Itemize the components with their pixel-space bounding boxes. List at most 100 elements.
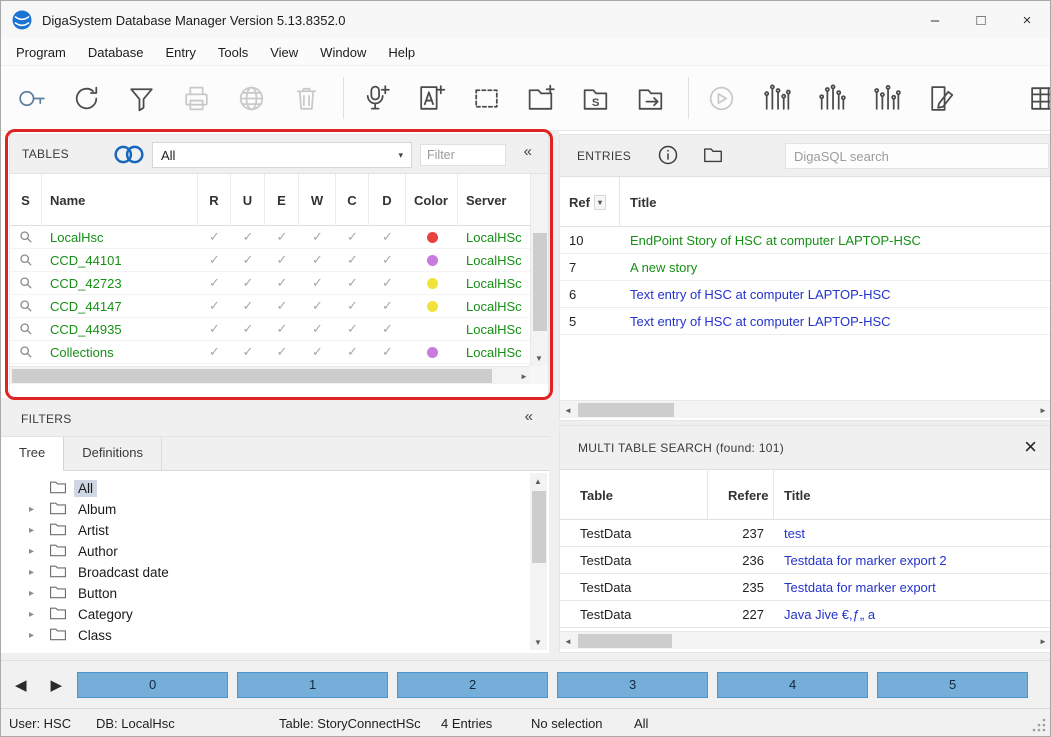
add-audio-entry-icon[interactable]	[356, 78, 396, 118]
folder-s-icon[interactable]: S	[576, 78, 616, 118]
info-icon[interactable]	[657, 144, 679, 166]
sort-dropdown-icon[interactable]: ▾	[594, 195, 606, 210]
menu-item-program[interactable]: Program	[5, 41, 77, 64]
tables-column-w[interactable]: W	[299, 174, 336, 226]
scroll-right-icon[interactable]: ►	[1035, 633, 1051, 649]
tree-item-author[interactable]: ▸Author	[1, 541, 549, 562]
table-row[interactable]: CCD_44147✓✓✓✓✓✓LocalHSc	[10, 295, 532, 318]
scroll-down-icon[interactable]: ▼	[530, 634, 546, 650]
entries-column-title[interactable]: Title	[620, 177, 1051, 227]
table-row[interactable]: CCD_44935✓✓✓✓✓✓LocalHSc	[10, 318, 532, 341]
page-button-1[interactable]: 1	[237, 672, 388, 698]
expand-icon[interactable]: ▸	[29, 525, 49, 536]
splitter-vertical[interactable]	[549, 131, 559, 653]
level-meter-icon-1[interactable]	[756, 78, 796, 118]
table-scope-dropdown[interactable]: All ▾	[152, 142, 412, 168]
scroll-down-icon[interactable]: ▼	[531, 350, 547, 366]
tree-item-broadcast-date[interactable]: ▸Broadcast date	[1, 562, 549, 583]
collapse-tables-icon[interactable]: «	[524, 143, 532, 160]
digasql-search-input[interactable]	[785, 143, 1049, 169]
close-button[interactable]: ×	[1004, 1, 1050, 39]
pager-prev-button[interactable]: ◀	[15, 676, 27, 694]
tables-horizontal-scrollbar[interactable]: ►	[10, 366, 532, 384]
menu-item-window[interactable]: Window	[309, 41, 377, 64]
collapse-filters-icon[interactable]: «	[525, 408, 533, 425]
tables-column-server[interactable]: Server	[458, 174, 532, 226]
tables-column-color[interactable]: Color	[406, 174, 458, 226]
scroll-left-icon[interactable]: ◄	[560, 633, 576, 649]
connect-icon[interactable]	[11, 78, 51, 118]
level-meter-icon-3[interactable]	[866, 78, 906, 118]
mts-column-refere[interactable]: Refere	[708, 470, 774, 520]
pager-next-button[interactable]: ▶	[51, 676, 63, 694]
maximize-button[interactable]: □	[958, 1, 1004, 39]
expand-icon[interactable]: ▸	[29, 567, 49, 578]
page-button-5[interactable]: 5	[877, 672, 1028, 698]
table-row[interactable]: LocalHsc✓✓✓✓✓✓LocalHSc	[10, 226, 532, 249]
menu-item-tools[interactable]: Tools	[207, 41, 259, 64]
search-result-row[interactable]: TestData237test	[560, 520, 1051, 547]
level-meter-icon-2[interactable]	[811, 78, 851, 118]
refresh-icon[interactable]	[66, 78, 106, 118]
expand-icon[interactable]: ▸	[29, 504, 49, 515]
entries-column-ref[interactable]: Ref▾	[560, 177, 620, 227]
close-search-icon[interactable]: ×	[1024, 434, 1037, 460]
entry-row[interactable]: 7A new story	[560, 254, 1051, 281]
tree-item-artist[interactable]: ▸Artist	[1, 520, 549, 541]
tables-column-r[interactable]: R	[198, 174, 231, 226]
table-grid-icon[interactable]	[1024, 78, 1050, 118]
entry-row[interactable]: 10EndPoint Story of HSC at computer LAPT…	[560, 227, 1051, 254]
expand-icon[interactable]: ▸	[29, 609, 49, 620]
entry-row[interactable]: 6Text entry of HSC at computer LAPTOP-HS…	[560, 281, 1051, 308]
tree-item-category[interactable]: ▸Category	[1, 604, 549, 625]
tab-definitions[interactable]: Definitions	[64, 437, 162, 470]
page-button-2[interactable]: 2	[397, 672, 548, 698]
menu-item-database[interactable]: Database	[77, 41, 155, 64]
menu-item-view[interactable]: View	[259, 41, 309, 64]
table-row[interactable]: CCD_42723✓✓✓✓✓✓LocalHSc	[10, 272, 532, 295]
tables-column-u[interactable]: U	[231, 174, 265, 226]
folder-icon[interactable]	[702, 144, 724, 166]
scrollbar-thumb[interactable]	[578, 634, 672, 648]
search-result-row[interactable]: TestData235Testdata for marker export	[560, 574, 1051, 601]
add-folder-icon[interactable]	[521, 78, 561, 118]
tables-column-e[interactable]: E	[265, 174, 299, 226]
expand-icon[interactable]: ▸	[29, 630, 49, 641]
tables-column-c[interactable]: C	[336, 174, 369, 226]
page-button-4[interactable]: 4	[717, 672, 868, 698]
tree-item-album[interactable]: ▸Album	[1, 499, 549, 520]
minimize-button[interactable]: –	[912, 1, 958, 39]
mts-column-title[interactable]: Title	[774, 470, 1051, 520]
search-result-row[interactable]: TestData227Java Jive €,ƒ„ a	[560, 601, 1051, 628]
tables-filter-input[interactable]	[420, 144, 506, 166]
menu-item-help[interactable]: Help	[377, 41, 426, 64]
filters-vertical-scrollbar[interactable]: ▲ ▼	[530, 473, 547, 650]
table-row[interactable]: CCD_44101✓✓✓✓✓✓LocalHSc	[10, 249, 532, 272]
resize-grip[interactable]	[1032, 717, 1047, 735]
filter-icon[interactable]	[121, 78, 161, 118]
page-button-3[interactable]: 3	[557, 672, 708, 698]
entry-row[interactable]: 5Text entry of HSC at computer LAPTOP-HS…	[560, 308, 1051, 335]
tree-item-class[interactable]: ▸Class	[1, 625, 549, 646]
tab-tree[interactable]: Tree	[1, 437, 64, 471]
mts-column-table[interactable]: Table	[560, 470, 708, 520]
search-tables-icon[interactable]	[110, 142, 148, 170]
expand-icon[interactable]: ▸	[29, 588, 49, 599]
folder-export-icon[interactable]	[631, 78, 671, 118]
scroll-up-icon[interactable]: ▲	[530, 473, 546, 489]
search-horizontal-scrollbar[interactable]: ◄ ►	[560, 631, 1051, 649]
tables-column-name[interactable]: Name	[42, 174, 198, 226]
scroll-right-icon[interactable]: ►	[1035, 402, 1051, 418]
scrollbar-thumb[interactable]	[532, 491, 546, 563]
page-button-0[interactable]: 0	[77, 672, 228, 698]
entries-horizontal-scrollbar[interactable]: ◄ ►	[560, 400, 1051, 418]
tree-item-all[interactable]: All	[1, 478, 549, 499]
tables-vertical-scrollbar[interactable]: ▼	[530, 174, 548, 366]
tree-item-button[interactable]: ▸Button	[1, 583, 549, 604]
scrollbar-thumb[interactable]	[578, 403, 674, 417]
scroll-left-icon[interactable]: ◄	[560, 402, 576, 418]
tables-column-s[interactable]: S	[10, 174, 42, 226]
expand-icon[interactable]: ▸	[29, 546, 49, 557]
search-result-row[interactable]: TestData236Testdata for marker export 2	[560, 547, 1051, 574]
scrollbar-thumb[interactable]	[12, 369, 492, 383]
